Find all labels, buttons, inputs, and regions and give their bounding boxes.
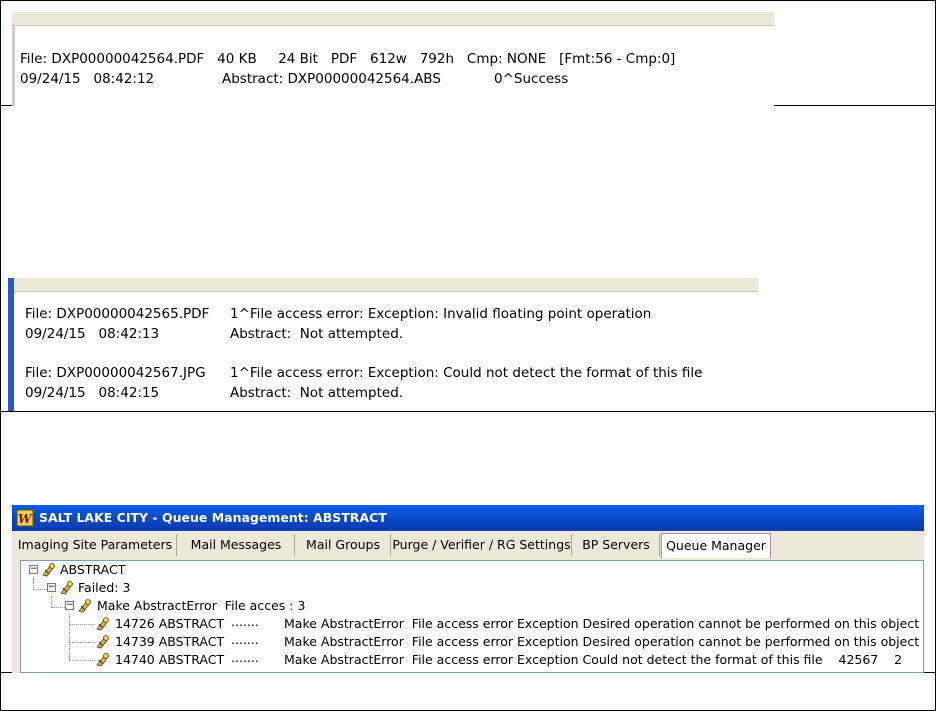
queue-tree: − ABSTRACT − Failed: 3 − Make AbstractEr… <box>20 560 924 673</box>
window-title: SALT LAKE CITY - Queue Management: ABSTR… <box>39 510 387 525</box>
tree-connector <box>69 624 95 625</box>
log-panel-success: File: DXP00000042564.PDF 40 KB 24 Bit PD… <box>12 12 774 106</box>
tree-connector <box>69 642 95 643</box>
queue-item-icon <box>96 635 109 649</box>
panel-top-bar <box>8 278 758 292</box>
status-text: 0^Success <box>494 71 569 87</box>
log-panel-errors: File: DXP00000042565.PDF 1^File access e… <box>8 278 758 411</box>
tab-mail-messages[interactable]: Mail Messages <box>178 534 295 556</box>
tree-node-group[interactable]: Make AbstractError File acces : 3 <box>97 597 305 615</box>
queue-node-icon <box>78 599 91 613</box>
abstract-file: Abstract: DXP00000042564.ABS <box>222 71 441 87</box>
tree-node-failed[interactable]: Failed: 3 <box>78 579 130 597</box>
collapse-toggle[interactable]: − <box>29 565 38 574</box>
collapse-toggle[interactable]: − <box>65 601 74 610</box>
queue-item-detail: Make AbstractError File access error Exc… <box>284 616 924 631</box>
queue-item-dots: ....... <box>231 650 259 665</box>
error-file: File: DXP00000042565.PDF <box>25 306 210 322</box>
tab-mail-groups[interactable]: Mail Groups <box>296 534 391 556</box>
panel-left-bar <box>12 26 15 106</box>
queue-item-dots: ....... <box>231 614 259 629</box>
abstract-status: Abstract: Not attempted. <box>230 385 404 401</box>
queue-node-icon <box>60 581 73 595</box>
timestamp: 09/24/15 08:42:15 <box>25 385 160 401</box>
tree-connector <box>69 614 70 661</box>
queue-item-detail: Make AbstractError File access error Exc… <box>284 634 924 649</box>
svg-text:W: W <box>18 512 33 526</box>
panel-top-bar <box>12 12 774 26</box>
queue-node-icon <box>42 563 55 577</box>
timestamp: 09/24/15 08:42:13 <box>25 326 160 342</box>
tab-strip: Imaging Site Parameters Mail Messages Ma… <box>14 532 922 558</box>
queue-item-icon <box>96 617 109 631</box>
tree-connector <box>69 660 95 661</box>
queue-item-dots: ....... <box>231 632 259 647</box>
file-info-line: File: DXP00000042564.PDF 40 KB 24 Bit PD… <box>20 51 676 67</box>
timestamp: 09/24/15 08:42:12 <box>20 71 155 87</box>
tree-node-root[interactable]: ABSTRACT <box>60 561 125 579</box>
tab-imaging-site-parameters[interactable]: Imaging Site Parameters <box>14 534 177 556</box>
queue-item-detail: Make AbstractError File access error Exc… <box>284 652 903 667</box>
queue-item-id[interactable]: 14726 ABSTRACT <box>115 615 224 633</box>
app-icon: W <box>16 509 34 527</box>
title-bar[interactable]: W SALT LAKE CITY - Queue Management: ABS… <box>12 505 924 531</box>
divider-2 <box>0 411 936 412</box>
error-message: 1^File access error: Exception: Invalid … <box>230 306 652 322</box>
queue-item-icon <box>96 653 109 667</box>
tree-connector <box>51 607 65 608</box>
queue-item-id[interactable]: 14740 ABSTRACT <box>115 651 224 669</box>
error-message: 1^File access error: Exception: Could no… <box>230 365 703 381</box>
tree-connector <box>33 589 47 590</box>
queue-item-id[interactable]: 14739 ABSTRACT <box>115 633 224 651</box>
queue-management-window: W SALT LAKE CITY - Queue Management: ABS… <box>12 505 924 673</box>
error-file: File: DXP00000042567.JPG <box>25 365 206 381</box>
panel-accent-bar <box>8 278 14 411</box>
tab-queue-manager[interactable]: Queue Manager <box>661 533 771 558</box>
collapse-toggle[interactable]: − <box>47 583 56 592</box>
tab-bp-servers[interactable]: BP Servers <box>573 534 660 556</box>
abstract-status: Abstract: Not attempted. <box>230 326 404 342</box>
tab-purge-verifier-rg-settings[interactable]: Purge / Verifier / RG Settings <box>392 534 572 556</box>
